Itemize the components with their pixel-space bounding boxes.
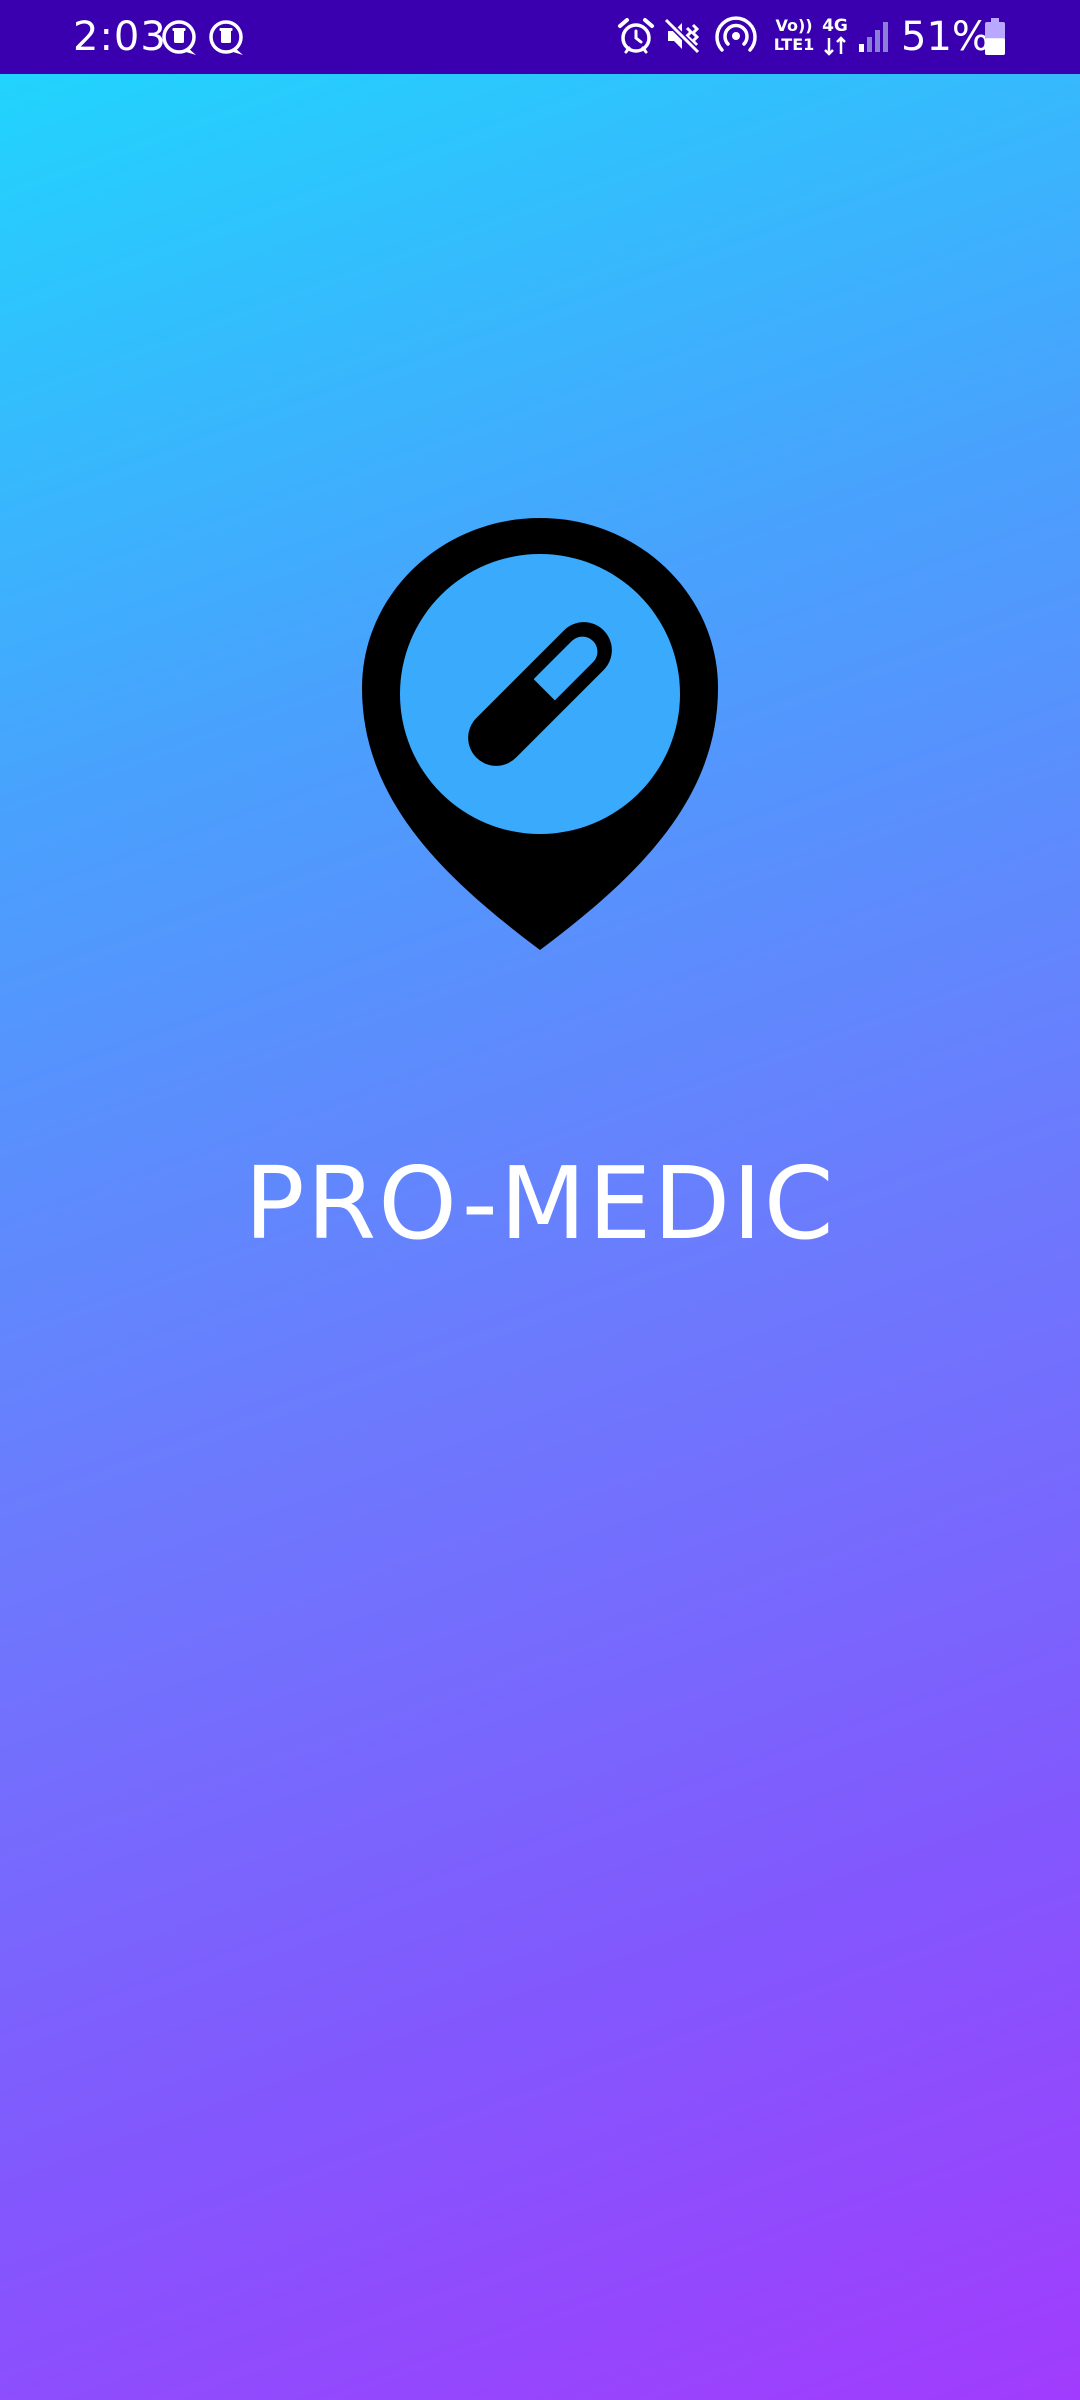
splash-screen: PRO-MEDIC bbox=[0, 74, 1080, 2400]
status-bar: 2:03 Vo)) LTE1 4G 51% bbox=[0, 0, 1080, 74]
network-type-label: 4G bbox=[822, 16, 848, 36]
volte-label-top: Vo)) bbox=[775, 16, 813, 35]
4g-data-icon: 4G bbox=[818, 16, 852, 60]
battery-percentage: 51% bbox=[901, 14, 990, 60]
app-title: PRO-MEDIC bbox=[244, 1145, 836, 1262]
volte-icon: Vo)) LTE1 bbox=[772, 16, 816, 60]
status-time: 2:03 bbox=[73, 14, 167, 60]
signal-icon bbox=[859, 22, 888, 52]
mute-icon bbox=[663, 17, 701, 55]
hotspot-icon bbox=[715, 16, 757, 52]
battery-icon bbox=[985, 18, 1005, 55]
volte-label-bottom: LTE1 bbox=[773, 35, 815, 54]
map-pin-pill-icon bbox=[362, 518, 718, 950]
notification-icon bbox=[209, 20, 243, 55]
data-arrows-icon bbox=[824, 36, 846, 56]
notification-icon bbox=[162, 20, 196, 55]
alarm-icon bbox=[618, 18, 654, 54]
